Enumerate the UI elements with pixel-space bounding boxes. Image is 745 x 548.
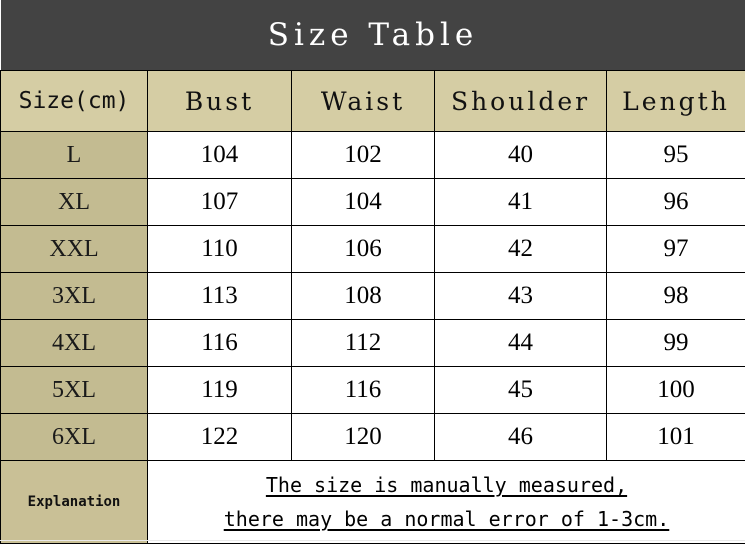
cell-bust: 110 [147,225,292,273]
table-row: 4XL 116 112 44 99 [0,319,745,367]
cell-bust: 104 [147,131,292,179]
explanation-row: Explanation The size is manually measure… [0,460,745,544]
cell-waist: 102 [291,131,435,179]
table-row: 6XL 122 120 46 101 [0,413,745,461]
bottom-divider [0,540,745,541]
cell-length: 96 [606,178,745,226]
cell-shoulder: 45 [434,366,607,414]
table-row: 5XL 119 116 45 100 [0,366,745,414]
column-header-row: Size(cm) Bust Waist Shoulder Length [0,70,745,132]
size-table-container: Size Table Size(cm) Bust Waist Shoulder … [0,0,745,548]
explanation-line-1: The size is manually measured, [265,473,628,497]
title-row: Size Table [0,0,745,71]
title-cell: Size Table [0,0,745,71]
cell-size: 5XL [0,366,148,414]
cell-waist: 120 [291,413,435,461]
column-header-length: Length [606,70,745,132]
column-header-shoulder: Shoulder [434,70,607,132]
cell-shoulder: 42 [434,225,607,273]
cell-length: 99 [606,319,745,367]
cell-bust: 119 [147,366,292,414]
column-header-bust: Bust [147,70,292,132]
column-header-waist: Waist [291,70,435,132]
cell-bust: 113 [147,272,292,320]
cell-shoulder: 44 [434,319,607,367]
cell-size: XL [0,178,148,226]
explanation-line-2: there may be a normal error of 1-3cm. [223,507,670,531]
cell-length: 95 [606,131,745,179]
page-title: Size Table [267,17,479,53]
cell-waist: 112 [291,319,435,367]
cell-shoulder: 43 [434,272,607,320]
cell-length: 101 [606,413,745,461]
cell-waist: 104 [291,178,435,226]
cell-waist: 108 [291,272,435,320]
cell-size: 6XL [0,413,148,461]
table-row: L 104 102 40 95 [0,131,745,179]
cell-shoulder: 40 [434,131,607,179]
cell-size: XXL [0,225,148,273]
column-header-size: Size(cm) [0,70,148,132]
explanation-text: The size is manually measured, there may… [147,460,745,544]
cell-size: 3XL [0,272,148,320]
table-row: XXL 110 106 42 97 [0,225,745,273]
cell-length: 98 [606,272,745,320]
cell-waist: 106 [291,225,435,273]
table-row: XL 107 104 41 96 [0,178,745,226]
cell-bust: 107 [147,178,292,226]
cell-length: 97 [606,225,745,273]
cell-size: 4XL [0,319,148,367]
cell-bust: 122 [147,413,292,461]
cell-length: 100 [606,366,745,414]
cell-bust: 116 [147,319,292,367]
table-row: 3XL 113 108 43 98 [0,272,745,320]
cell-shoulder: 46 [434,413,607,461]
explanation-label: Explanation [0,460,148,544]
cell-size: L [0,131,148,179]
cell-shoulder: 41 [434,178,607,226]
size-table: Size Table Size(cm) Bust Waist Shoulder … [0,0,745,544]
cell-waist: 116 [291,366,435,414]
